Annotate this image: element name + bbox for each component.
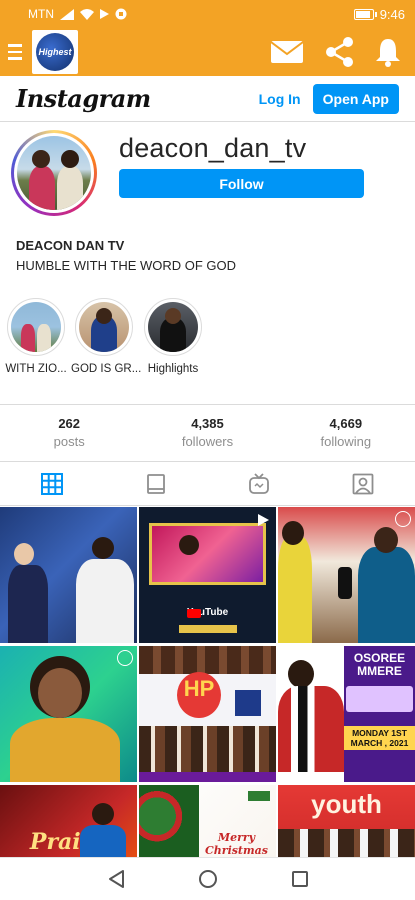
tab-grid[interactable] <box>0 462 104 505</box>
profile-avatar[interactable] <box>11 130 97 216</box>
profile-tabs <box>0 462 415 506</box>
youth-caption: youth <box>311 789 382 819</box>
post-tile[interactable] <box>278 507 415 643</box>
profile-bio: HUMBLE WITH THE WORD OF GOD <box>16 258 237 273</box>
posts-count[interactable]: 262 posts <box>0 405 138 461</box>
stat-label: posts <box>53 434 85 449</box>
post-tile[interactable]: Praise <box>0 785 137 857</box>
tagged-icon <box>352 473 374 494</box>
login-link[interactable]: Log In <box>259 91 301 107</box>
app-logo[interactable]: Highest <box>32 30 78 74</box>
status-bar: MTN 9:46 <box>0 0 415 28</box>
stat-value: 4,669 <box>329 416 363 431</box>
wifi-icon <box>80 8 94 20</box>
post-tile[interactable]: youth <box>278 785 415 857</box>
home-circle-icon[interactable] <box>198 869 218 889</box>
instagram-header: Instagram Log In Open App <box>0 76 415 122</box>
osoree-caption: OSOREE MMERE <box>353 651 406 678</box>
igtv-icon <box>249 472 270 494</box>
stat-value: 4,385 <box>191 416 224 431</box>
highlight-item[interactable]: WITH ZIO... <box>3 298 69 375</box>
post-tile[interactable] <box>0 646 137 782</box>
stat-label: followers <box>181 434 234 449</box>
stat-label: following <box>320 434 372 449</box>
hp-caption: HP <box>183 676 215 701</box>
youtube-caption: YouTube <box>186 607 229 618</box>
post-tile[interactable]: YouTube <box>139 507 276 643</box>
envelope-icon[interactable] <box>271 41 303 63</box>
highlight-label: Highlights <box>147 363 199 375</box>
highlight-label: WITH ZIO... <box>5 363 67 375</box>
logo-text: Highest <box>36 33 74 71</box>
story-highlights: WITH ZIO... GOD IS GR... Highlights <box>0 298 415 388</box>
tab-igtv[interactable] <box>208 462 312 505</box>
profile-stats: 262 posts 4,385 followers 4,669 followin… <box>0 404 415 462</box>
profile-display-name: DEACON DAN TV <box>16 238 125 253</box>
system-nav-bar <box>0 857 415 900</box>
media-icon <box>115 8 127 20</box>
date-caption: MONDAY 1ST MARCH , 2021 <box>344 726 415 750</box>
follow-button[interactable]: Follow <box>119 169 364 198</box>
video-badge-icon <box>395 511 411 527</box>
posts-grid: YouTube HP OSOREE MMERE MONDAY 1ST MARCH… <box>0 507 415 857</box>
christmas-caption: Merry Christmas <box>205 831 268 857</box>
highlight-item[interactable]: GOD IS GR... <box>71 298 142 375</box>
following-count[interactable]: 4,669 following <box>277 405 415 461</box>
followers-count[interactable]: 4,385 followers <box>138 405 276 461</box>
back-triangle-icon[interactable] <box>107 869 125 889</box>
tab-tagged[interactable] <box>311 462 415 505</box>
feed-icon <box>146 473 165 494</box>
tab-feed[interactable] <box>104 462 208 505</box>
bell-icon[interactable] <box>375 37 401 67</box>
signal-icon <box>60 8 74 20</box>
carrier-label: MTN <box>28 7 54 21</box>
video-badge-icon <box>117 650 133 666</box>
share-icon[interactable] <box>323 36 355 68</box>
battery-icon <box>353 8 377 20</box>
hamburger-icon[interactable] <box>2 28 28 76</box>
highlight-label: GOD IS GR... <box>71 363 142 375</box>
grid-icon <box>40 472 63 495</box>
video-icon <box>258 514 269 526</box>
highlight-item[interactable]: Highlights <box>140 298 206 375</box>
post-tile[interactable]: Merry Christmas <box>139 785 276 857</box>
app-header: Highest <box>0 28 415 76</box>
post-tile[interactable] <box>0 507 137 643</box>
open-app-button[interactable]: Open App <box>312 83 399 114</box>
profile-username: deacon_dan_tv <box>119 133 307 163</box>
recents-square-icon[interactable] <box>291 870 309 888</box>
stat-value: 262 <box>58 416 81 431</box>
play-icon <box>100 9 109 19</box>
clock: 9:46 <box>379 6 405 22</box>
instagram-logo[interactable]: Instagram <box>16 84 151 113</box>
post-tile[interactable]: HP <box>139 646 276 782</box>
post-tile[interactable]: OSOREE MMERE MONDAY 1ST MARCH , 2021 <box>278 646 415 782</box>
